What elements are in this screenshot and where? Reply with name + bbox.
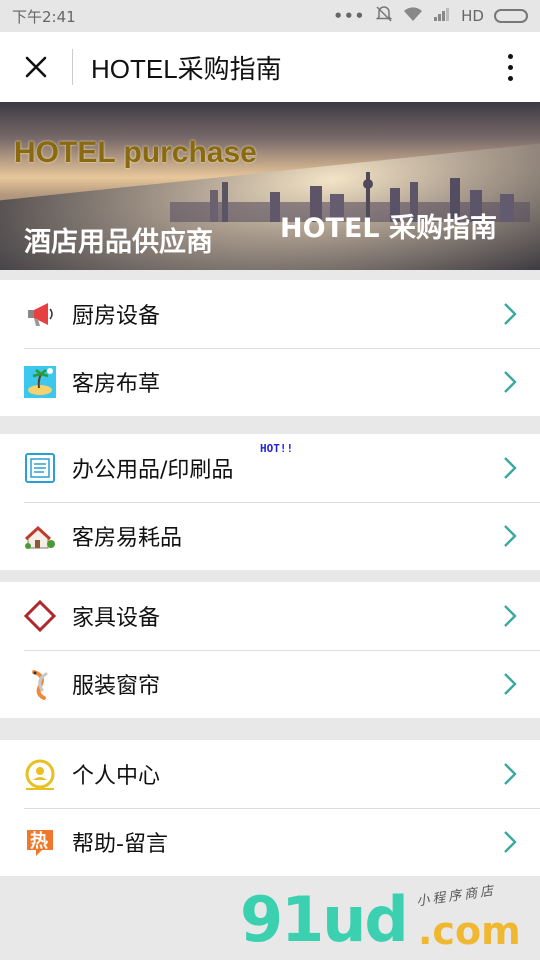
hot-tag-text: 热 — [30, 831, 48, 852]
menu-item-room-linen[interactable]: 客房布草 — [0, 348, 540, 416]
menu-item-personal-center[interactable]: 个人中心 — [0, 740, 540, 808]
menu-item-uniforms-curtains[interactable]: 服装窗帘 — [0, 650, 540, 718]
chevron-right-icon — [490, 524, 530, 548]
more-dots-indicator: ••• — [333, 7, 366, 25]
hot-tag-icon: 热 — [24, 826, 56, 858]
chevron-right-icon — [490, 762, 530, 786]
menu-item-label: 厨房设备 — [72, 304, 161, 329]
site-watermark: 91ud .com 小程序商店 — [240, 883, 540, 960]
koi-icon — [24, 668, 56, 700]
document-icon — [24, 452, 56, 484]
watermark-logo-text: 91ud — [240, 883, 409, 956]
menu-item-text: 办公用品/印刷品 — [72, 458, 234, 483]
hot-badge: HOT!! — [260, 442, 294, 455]
hero-banner[interactable]: HOTEL purchase 酒店用品供应商 HOTEL 采购指南 — [0, 102, 540, 270]
app-header: HOTEL采购指南 — [0, 32, 540, 102]
menu-item-kitchen-equipment[interactable]: 厨房设备 — [0, 280, 540, 348]
menu-item-help-message[interactable]: 热 帮助-留言 — [0, 808, 540, 876]
menu-item-label: 办公用品/印刷品 HOT!! — [72, 442, 490, 484]
menu-group-4: 个人中心 热 帮助-留言 — [0, 740, 540, 876]
status-time: 下午2:41 — [12, 7, 76, 26]
menu-group-3: 家具设备 服装窗帘 — [0, 582, 540, 718]
menu-item-label: 帮助-留言 — [72, 832, 168, 857]
watermark-domain: .com — [418, 909, 521, 953]
close-icon — [25, 56, 47, 78]
megaphone-icon — [24, 298, 56, 330]
chevron-right-icon — [490, 672, 530, 696]
chevron-right-icon — [490, 456, 530, 480]
status-bar: 下午2:41 ••• HD — [0, 0, 540, 32]
network-type: HD — [461, 7, 484, 25]
menu-item-office-supplies[interactable]: 办公用品/印刷品 HOT!! — [0, 434, 540, 502]
mute-icon — [375, 5, 393, 27]
menu-item-label: 客房易耗品 — [72, 526, 183, 551]
diamond-icon — [24, 600, 56, 632]
user-icon — [24, 758, 56, 790]
menu-item-room-consumables[interactable]: 客房易耗品 — [0, 502, 540, 570]
more-options-button[interactable] — [480, 32, 540, 102]
beach-icon — [24, 366, 56, 398]
battery-icon — [494, 9, 528, 23]
wifi-icon — [403, 6, 423, 26]
menu-item-furniture[interactable]: 家具设备 — [0, 582, 540, 650]
page-title: HOTEL采购指南 — [91, 53, 282, 84]
house-icon — [24, 520, 56, 552]
chevron-right-icon — [490, 830, 530, 854]
banner-supplier-text: 酒店用品供应商 — [24, 227, 213, 258]
signal-icon — [433, 7, 451, 25]
menu-item-label: 客房布草 — [72, 372, 161, 397]
dot — [507, 64, 513, 70]
menu-group-1: 厨房设备 客房布草 — [0, 280, 540, 416]
menu-item-label: 家具设备 — [72, 606, 161, 631]
dot — [507, 53, 513, 59]
menu-item-label: 个人中心 — [72, 764, 161, 789]
dot — [507, 75, 513, 81]
banner-english-title: HOTEL purchase — [14, 136, 257, 169]
status-icons: ••• HD — [333, 5, 528, 27]
menu-item-label: 服装窗帘 — [72, 674, 161, 699]
watermark-tagline: 小程序商店 — [415, 883, 497, 910]
chevron-right-icon — [490, 370, 530, 394]
menu-group-2: 办公用品/印刷品 HOT!! 客房易耗品 — [0, 434, 540, 570]
close-button[interactable] — [0, 32, 72, 102]
chevron-right-icon — [490, 604, 530, 628]
chevron-right-icon — [490, 302, 530, 326]
banner-guide-text: HOTEL 采购指南 — [280, 213, 498, 244]
